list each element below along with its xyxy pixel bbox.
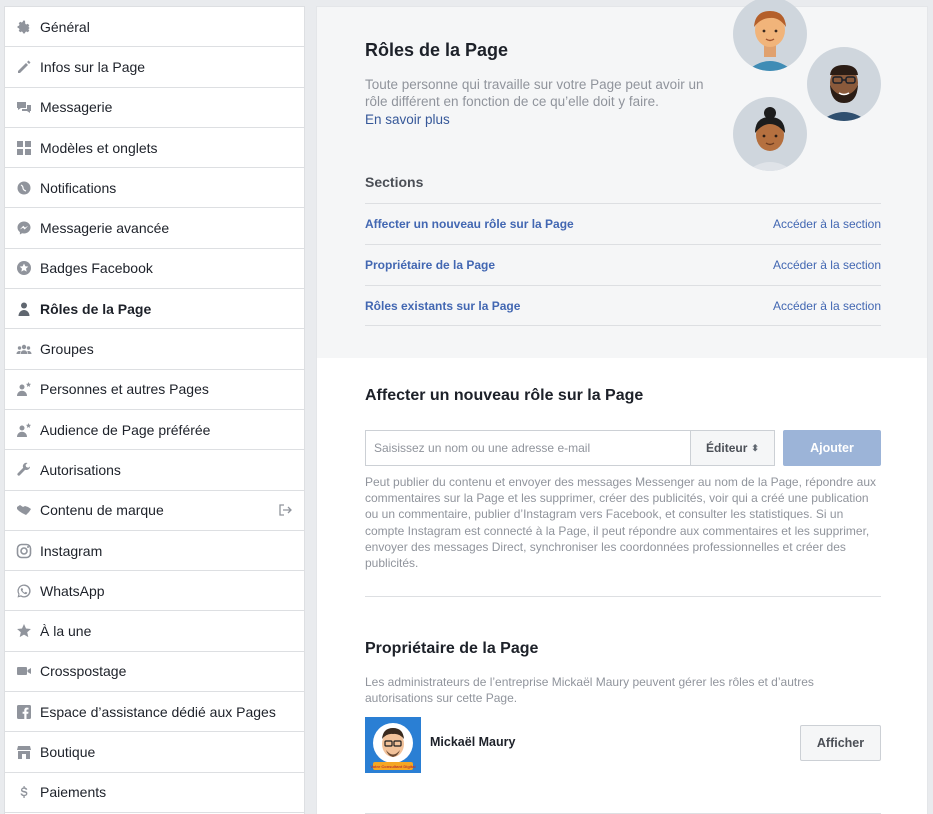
select-arrows-icon: ⬍	[751, 442, 759, 453]
roles-intro: Toute personne qui travaille sur votre P…	[365, 77, 704, 109]
settings-sidebar: Général Infos sur la Page Messagerie Modèle…	[4, 6, 305, 814]
bearded-man-avatar-illustration	[807, 47, 881, 121]
sidebar-item-label: Badges Facebook	[40, 260, 153, 277]
sidebar-item-label: Rôles de la Page	[40, 300, 152, 317]
group-icon	[15, 340, 33, 358]
sidebar-item-label: Personnes et autres Pages	[40, 381, 209, 398]
owner-name[interactable]: Mickaël Maury	[430, 735, 515, 749]
show-owner-button[interactable]: Afficher	[800, 725, 881, 761]
whatsapp-icon	[15, 582, 33, 600]
gear-icon	[15, 18, 33, 36]
avatar-caption: Votre Consultant Digital	[370, 764, 415, 769]
page-roles-panel: Rôles de la Page Toute personne qui trav…	[316, 0, 928, 814]
sidebar-item-label: Audience de Page préférée	[40, 421, 211, 438]
role-select[interactable]: Éditeur ⬍	[690, 430, 775, 466]
sidebar-item[interactable]: Instagram	[5, 531, 304, 572]
video-camera-icon	[15, 662, 33, 680]
page-title: Rôles de la Page	[365, 40, 509, 60]
sidebar-item[interactable]: Crosspostage	[5, 652, 304, 693]
section-link[interactable]: Rôles existants sur la Page	[365, 299, 520, 313]
owner-avatar: Votre Consultant Digital	[365, 717, 421, 773]
sidebar-item[interactable]: Modèles et onglets	[5, 128, 304, 169]
learn-more-link[interactable]: En savoir plus	[365, 112, 450, 127]
add-role-button[interactable]: Ajouter	[783, 430, 881, 466]
role-select-value: Éditeur	[706, 441, 748, 455]
globe-icon	[15, 179, 33, 197]
sidebar-item[interactable]: Audience de Page préférée	[5, 410, 304, 451]
go-to-section-link[interactable]: Accéder à la section	[773, 258, 881, 272]
star-icon	[15, 622, 33, 640]
sidebar-item[interactable]: Groupes	[5, 329, 304, 370]
person-icon	[15, 300, 33, 318]
section-row: Rôles existants sur la Page Accéder à la …	[365, 285, 881, 326]
go-to-section-link[interactable]: Accéder à la section	[773, 217, 881, 231]
sidebar-item-label: Boutique	[40, 743, 96, 760]
sidebar-item-label: WhatsApp	[40, 582, 105, 599]
sidebar-item[interactable]: Paiements	[5, 773, 304, 813]
sidebar-item-label: Autorisations	[40, 461, 121, 478]
roles-overview: Rôles de la Page Toute personne qui trav…	[317, 0, 927, 358]
section-link[interactable]: Affecter un nouveau rôle sur la Page	[365, 217, 574, 231]
divider	[365, 596, 881, 597]
messenger-icon	[15, 219, 33, 237]
woman-avatar-illustration	[733, 0, 807, 71]
section-link[interactable]: Propriétaire de la Page	[365, 258, 495, 272]
sidebar-item-label: À la une	[40, 623, 92, 640]
sidebar-item[interactable]: Contenu de marque	[5, 491, 304, 531]
instagram-icon	[15, 542, 33, 560]
sidebar-item[interactable]: Messagerie	[5, 88, 304, 128]
sidebar-item-label: Espace d’assistance dédié aux Pages	[40, 703, 276, 720]
section-row: Affecter un nouveau rôle sur la Page Accé…	[365, 203, 881, 244]
sidebar-item-label: Messagerie	[40, 99, 113, 116]
handshake-icon	[15, 501, 33, 519]
name-or-email-input[interactable]	[365, 430, 691, 466]
wrench-icon	[15, 461, 33, 479]
star-badge-icon	[15, 259, 33, 277]
person-star-icon	[15, 421, 33, 439]
bun-woman-avatar-illustration	[733, 97, 807, 171]
sidebar-item-label: Paiements	[40, 784, 107, 801]
sidebar-item-label: Groupes	[40, 341, 94, 358]
facebook-icon	[15, 703, 33, 721]
sidebar-item[interactable]: À la une	[5, 611, 304, 652]
sidebar-item-label: Modèles et onglets	[40, 139, 158, 156]
go-to-section-link[interactable]: Accéder à la section	[773, 299, 881, 313]
sidebar-item[interactable]: Messagerie avancée	[5, 208, 304, 249]
sidebar-item-label: Infos sur la Page	[40, 58, 146, 75]
sidebar-item-label: Crosspostage	[40, 663, 127, 680]
person-star-icon	[15, 380, 33, 398]
sidebar-item-label: Général	[40, 18, 90, 35]
sidebar-item-label: Notifications	[40, 179, 117, 196]
sidebar-item[interactable]: Infos sur la Page	[5, 47, 304, 88]
sidebar-item-label: Messagerie avancée	[40, 220, 170, 237]
sidebar-item-label: Contenu de marque	[40, 502, 164, 519]
sidebar-item[interactable]: Général	[5, 7, 304, 48]
sidebar-item[interactable]: Personnes et autres Pages	[5, 370, 304, 410]
chat-bubbles-icon	[15, 98, 33, 116]
sidebar-item[interactable]: Espace d’assistance dédié aux Pages	[5, 692, 304, 733]
owner-heading: Propriétaire de la Page	[365, 640, 539, 657]
sections-heading: Sections	[365, 174, 424, 190]
pencil-icon	[15, 58, 33, 76]
role-description: Peut publier du contenu et envoyer des m…	[365, 475, 876, 571]
sidebar-item-label: Instagram	[40, 542, 103, 559]
dollar-icon	[15, 783, 33, 801]
sidebar-item[interactable]: Boutique	[5, 732, 304, 773]
section-row: Propriétaire de la Page Accéder à la sect…	[365, 244, 881, 285]
sidebar-item[interactable]: Badges Facebook	[5, 249, 304, 290]
owner-description: Les administrateurs de l’entreprise Mick…	[365, 675, 814, 706]
sidebar-item[interactable]: Autorisations	[5, 450, 304, 491]
shop-icon	[15, 743, 33, 761]
sidebar-item[interactable]: Notifications	[5, 168, 304, 209]
grid-icon	[15, 139, 33, 157]
sidebar-item[interactable]: WhatsApp	[5, 571, 304, 612]
sidebar-item[interactable]: Rôles de la Page	[5, 289, 304, 330]
external-link-icon	[278, 503, 292, 517]
assign-role-heading: Affecter un nouveau rôle sur la Page	[365, 387, 644, 404]
